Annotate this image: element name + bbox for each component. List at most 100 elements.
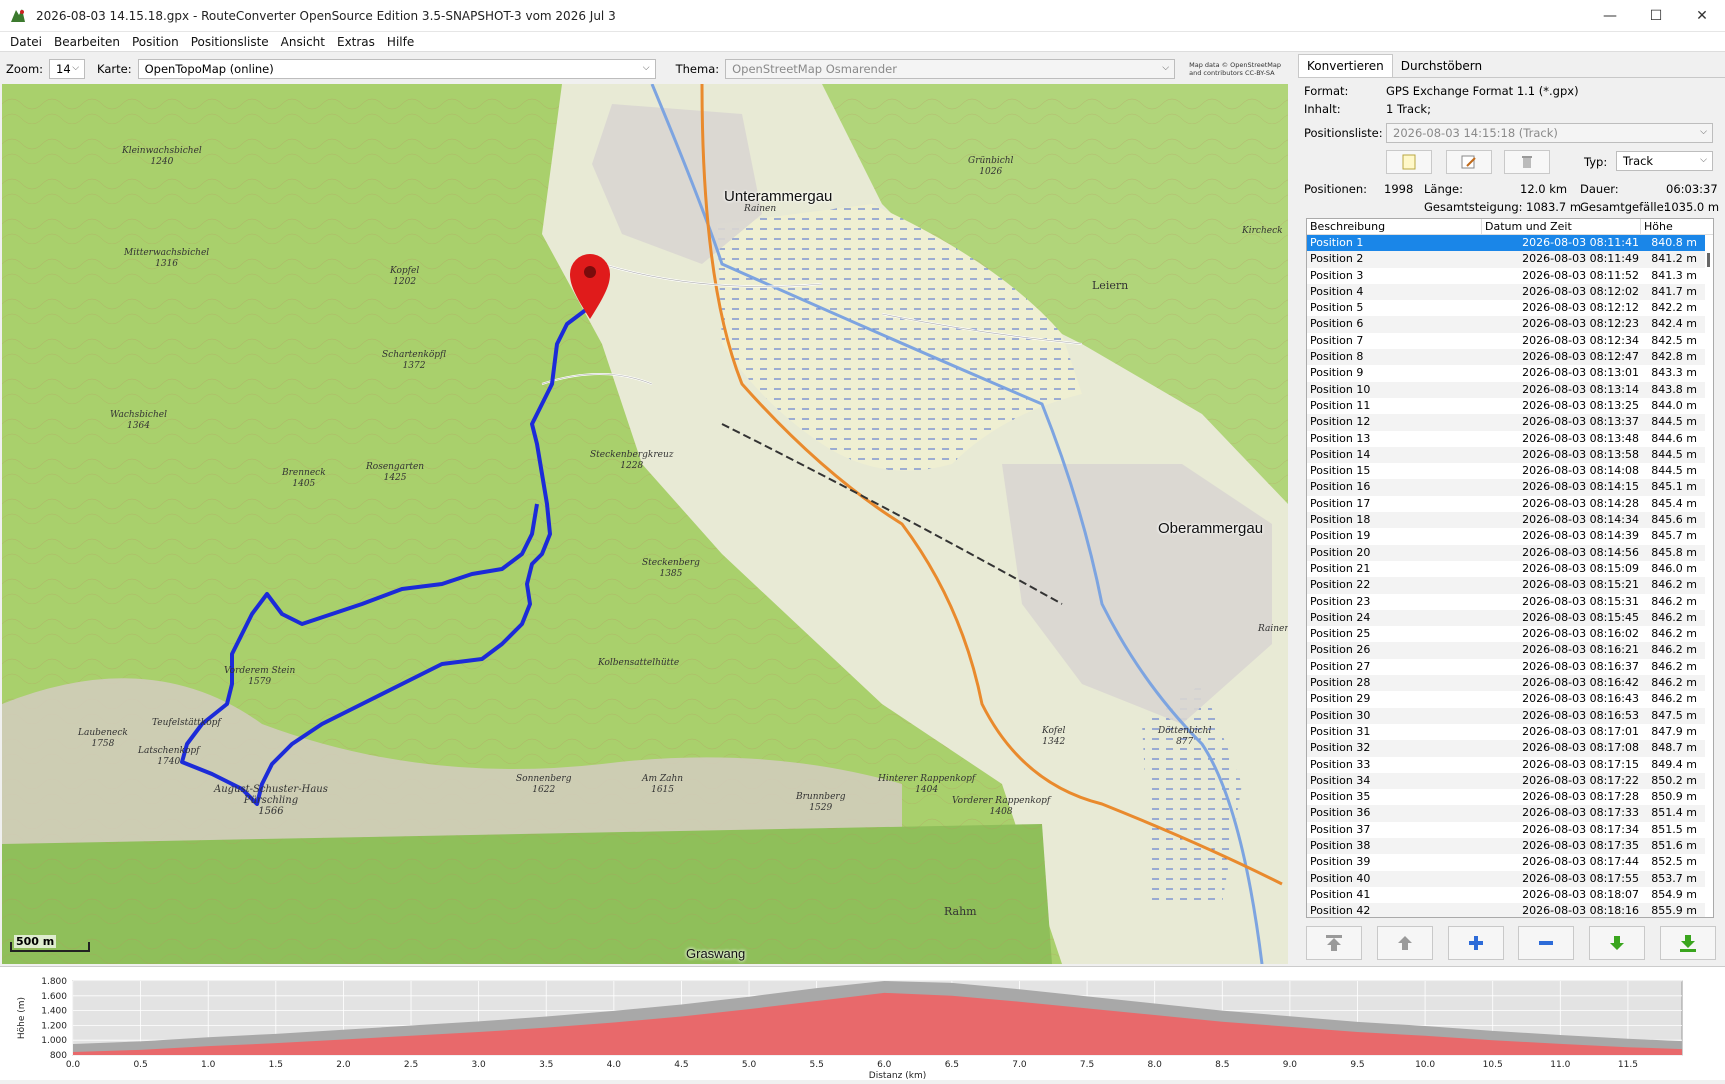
column-header-beschreibung[interactable]: Beschreibung <box>1307 219 1482 234</box>
menu-datei[interactable]: Datei <box>4 35 48 49</box>
table-row[interactable]: Position 292026-08-03 08:16:43846.2 m <box>1307 691 1713 707</box>
table-row[interactable]: Position 142026-08-03 08:13:58844.5 m <box>1307 447 1713 463</box>
table-row[interactable]: Position 282026-08-03 08:16:42846.2 m <box>1307 675 1713 691</box>
karte-label: Karte: <box>97 62 132 76</box>
move-down-button[interactable] <box>1589 926 1645 960</box>
table-row[interactable]: Position 322026-08-03 08:17:08848.7 m <box>1307 740 1713 756</box>
map-canvas[interactable] <box>2 84 1288 964</box>
x-tick-label: 0.5 <box>133 1060 147 1070</box>
table-row[interactable]: Position 162026-08-03 08:14:15845.1 m <box>1307 479 1713 495</box>
attribution-line-2[interactable]: and contributors CC-BY-SA <box>1189 69 1281 77</box>
x-tick-label: 5.0 <box>742 1060 757 1070</box>
menu-hilfe[interactable]: Hilfe <box>381 35 420 49</box>
cell-beschreibung: Position 17 <box>1307 496 1482 512</box>
menu-bearbeiten[interactable]: Bearbeiten <box>48 35 126 49</box>
cell-beschreibung: Position 14 <box>1307 447 1482 463</box>
menu-ansicht[interactable]: Ansicht <box>275 35 331 49</box>
maximize-button[interactable]: ☐ <box>1633 0 1679 32</box>
inhalt-label: Inhalt: <box>1304 102 1341 116</box>
table-row[interactable]: Position 252026-08-03 08:16:02846.2 m <box>1307 626 1713 642</box>
table-row[interactable]: Position 102026-08-03 08:13:14843.8 m <box>1307 382 1713 398</box>
table-row[interactable]: Position 82026-08-03 08:12:47842.8 m <box>1307 349 1713 365</box>
table-row[interactable]: Position 192026-08-03 08:14:39845.7 m <box>1307 528 1713 544</box>
map-view[interactable]: Unterammergau Rainen Oberammergau Graswa… <box>2 84 1288 964</box>
move-up-button[interactable] <box>1377 926 1433 960</box>
table-row[interactable]: Position 382026-08-03 08:17:35851.6 m <box>1307 838 1713 854</box>
cell-hoehe: 850.2 m <box>1641 773 1699 789</box>
table-row[interactable]: Position 152026-08-03 08:14:08844.5 m <box>1307 463 1713 479</box>
table-row[interactable]: Position 212026-08-03 08:15:09846.0 m <box>1307 561 1713 577</box>
table-row[interactable]: Position 22026-08-03 08:11:49841.2 m <box>1307 251 1713 267</box>
table-row[interactable]: Position 262026-08-03 08:16:21846.2 m <box>1307 642 1713 658</box>
table-row[interactable]: Position 242026-08-03 08:15:45846.2 m <box>1307 610 1713 626</box>
positionsliste-select[interactable]: 2026-08-03 14:15:18 (Track) ⌵ <box>1386 123 1713 143</box>
delete-list-button[interactable] <box>1504 150 1550 174</box>
table-row[interactable]: Position 232026-08-03 08:15:31846.2 m <box>1307 594 1713 610</box>
rename-list-button[interactable] <box>1446 150 1492 174</box>
thema-label: Thema: <box>676 62 720 76</box>
column-header-datum[interactable]: Datum und Zeit <box>1482 219 1641 234</box>
menu-position[interactable]: Position <box>126 35 185 49</box>
elevation-chart[interactable]: 1.8001.6001.4001.2001.0008000.00.51.01.5… <box>0 967 1725 1081</box>
remove-position-button[interactable] <box>1518 926 1574 960</box>
place-label-rahm: Rahm <box>944 906 977 917</box>
table-row[interactable]: Position 362026-08-03 08:17:33851.4 m <box>1307 805 1713 821</box>
table-row[interactable]: Position 62026-08-03 08:12:23842.4 m <box>1307 316 1713 332</box>
menu-extras[interactable]: Extras <box>331 35 381 49</box>
table-row[interactable]: Position 402026-08-03 08:17:55853.7 m <box>1307 871 1713 887</box>
tab-durchstoebern[interactable]: Durchstöbern <box>1393 55 1490 77</box>
table-row[interactable]: Position 372026-08-03 08:17:34851.5 m <box>1307 822 1713 838</box>
table-row[interactable]: Position 352026-08-03 08:17:28850.9 m <box>1307 789 1713 805</box>
table-row[interactable]: Position 92026-08-03 08:13:01843.3 m <box>1307 365 1713 381</box>
table-row[interactable]: Position 52026-08-03 08:12:12842.2 m <box>1307 300 1713 316</box>
cell-hoehe: 846.2 m <box>1641 642 1699 658</box>
cell-hoehe: 842.2 m <box>1641 300 1699 316</box>
peak-label: Laubeneck1758 <box>78 728 128 750</box>
menu-positionsliste[interactable]: Positionsliste <box>185 35 275 49</box>
tab-konvertieren[interactable]: Konvertieren <box>1298 54 1393 77</box>
close-button[interactable]: ✕ <box>1679 0 1725 32</box>
table-row[interactable]: Position 202026-08-03 08:14:56845.8 m <box>1307 545 1713 561</box>
karte-select[interactable]: OpenTopoMap (online) ⌵ <box>138 59 656 79</box>
new-list-button[interactable] <box>1386 150 1432 174</box>
table-row[interactable]: Position 182026-08-03 08:14:34845.6 m <box>1307 512 1713 528</box>
gesamtgefaelle-label: Gesamtgefälle: <box>1580 200 1668 214</box>
table-row[interactable]: Position 332026-08-03 08:17:15849.4 m <box>1307 757 1713 773</box>
x-tick-label: 3.0 <box>471 1060 486 1070</box>
column-header-hoehe[interactable]: Höhe <box>1641 219 1699 234</box>
table-row[interactable]: Position 72026-08-03 08:12:34842.5 m <box>1307 333 1713 349</box>
table-row[interactable]: Position 222026-08-03 08:15:21846.2 m <box>1307 577 1713 593</box>
typ-select[interactable]: Track ⌵ <box>1616 151 1713 171</box>
table-row[interactable]: Position 302026-08-03 08:16:53847.5 m <box>1307 708 1713 724</box>
table-row[interactable]: Position 122026-08-03 08:13:37844.5 m <box>1307 414 1713 430</box>
table-row[interactable]: Position 422026-08-03 08:18:16855.9 m <box>1307 903 1713 918</box>
zoom-select[interactable]: 14 ⌵ <box>49 59 85 79</box>
move-to-top-button[interactable] <box>1306 926 1362 960</box>
table-row[interactable]: Position 12026-08-03 08:11:41840.8 m <box>1307 235 1713 251</box>
elevation-label-unterammergau: Rainen <box>744 204 776 215</box>
cell-hoehe: 847.5 m <box>1641 708 1699 724</box>
cell-beschreibung: Position 35 <box>1307 789 1482 805</box>
add-position-button[interactable] <box>1448 926 1504 960</box>
elevation-profile[interactable]: 1.8001.6001.4001.2001.0008000.00.51.01.5… <box>0 966 1725 1080</box>
cell-beschreibung: Position 3 <box>1307 268 1482 284</box>
table-row[interactable]: Position 272026-08-03 08:16:37846.2 m <box>1307 659 1713 675</box>
cell-hoehe: 847.9 m <box>1641 724 1699 740</box>
table-row[interactable]: Position 312026-08-03 08:17:01847.9 m <box>1307 724 1713 740</box>
table-row[interactable]: Position 342026-08-03 08:17:22850.2 m <box>1307 773 1713 789</box>
table-row[interactable]: Position 392026-08-03 08:17:44852.5 m <box>1307 854 1713 870</box>
table-row[interactable]: Position 172026-08-03 08:14:28845.4 m <box>1307 496 1713 512</box>
positions-table[interactable]: Beschreibung Datum und Zeit Höhe Positio… <box>1306 218 1714 918</box>
thema-select[interactable]: OpenStreetMap Osmarender ⌵ <box>725 59 1175 79</box>
minimize-button[interactable]: — <box>1587 0 1633 32</box>
table-row[interactable]: Position 112026-08-03 08:13:25844.0 m <box>1307 398 1713 414</box>
table-row[interactable]: Position 42026-08-03 08:12:02841.7 m <box>1307 284 1713 300</box>
table-row[interactable]: Position 32026-08-03 08:11:52841.3 m <box>1307 268 1713 284</box>
attribution-line-1[interactable]: Map data © OpenStreetMap <box>1189 61 1281 69</box>
table-row[interactable]: Position 412026-08-03 08:18:07854.9 m <box>1307 887 1713 903</box>
scrollbar-thumb[interactable] <box>1707 253 1710 267</box>
table-scrollbar[interactable] <box>1705 235 1713 918</box>
move-to-bottom-button[interactable] <box>1660 926 1716 960</box>
cell-datum: 2026-08-03 08:17:15 <box>1482 757 1641 773</box>
table-row[interactable]: Position 132026-08-03 08:13:48844.6 m <box>1307 431 1713 447</box>
